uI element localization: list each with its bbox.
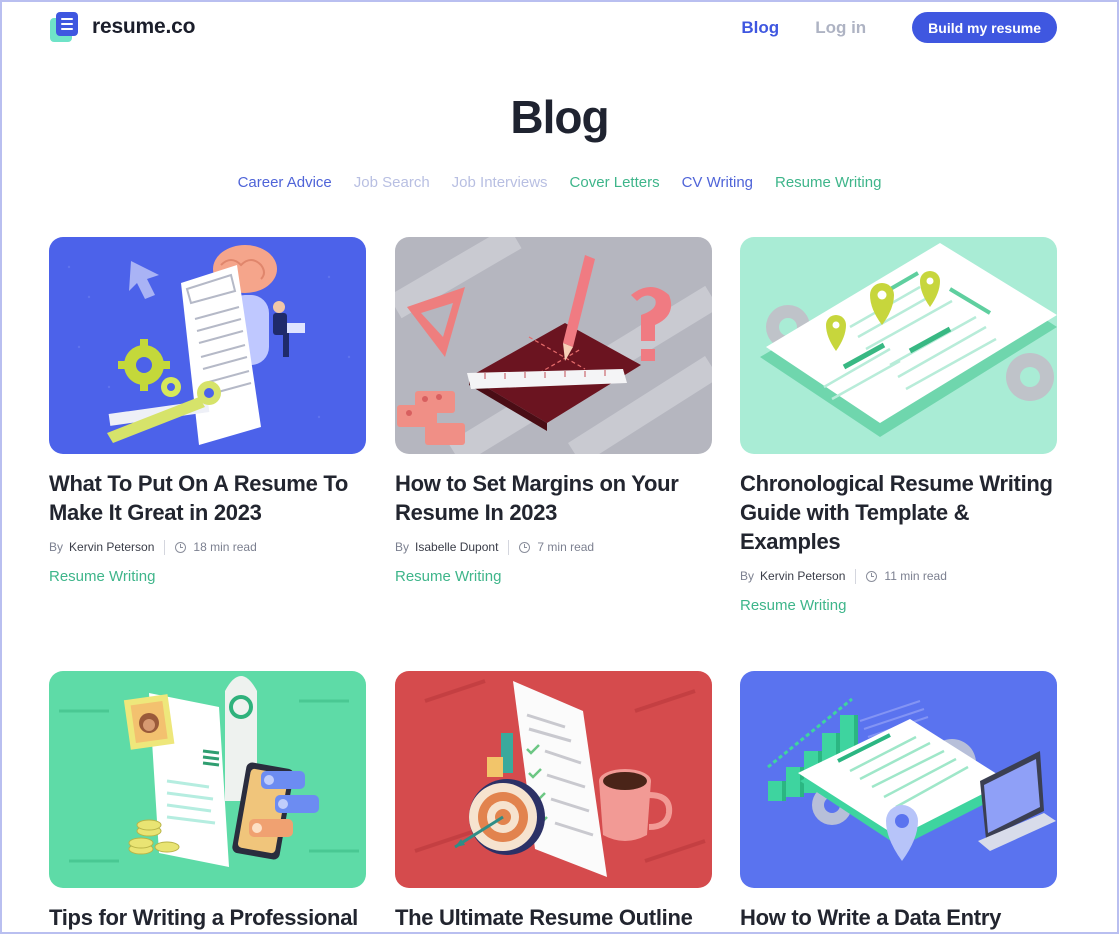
post-title[interactable]: How to Set Margins on Your Resume In 202…: [395, 469, 712, 527]
meta-divider: [855, 568, 857, 584]
post-title[interactable]: How to Write a Data Entry: [740, 903, 1057, 932]
brand-name: resume.co: [92, 15, 196, 38]
post-card: Chronological Resume Writing Guide with …: [740, 237, 1057, 615]
post-card: The Ultimate Resume Outline: [395, 671, 712, 932]
read-time: 18 min read: [193, 540, 257, 554]
post-card: What To Put On A Resume To Make It Great…: [49, 237, 366, 586]
clock-icon: [866, 570, 878, 582]
resume-brain-gear-illustration[interactable]: [49, 237, 366, 454]
clock-icon: [175, 541, 187, 553]
post-title[interactable]: The Ultimate Resume Outline: [395, 903, 712, 932]
post-card: How to Write a Data Entry: [740, 671, 1057, 932]
post-author[interactable]: Isabelle Dupont: [415, 540, 498, 554]
build-resume-button[interactable]: Build my resume: [912, 12, 1057, 43]
page-title: Blog: [510, 91, 609, 143]
post-title[interactable]: Tips for Writing a Professional: [49, 903, 366, 932]
logo-icon: [50, 12, 82, 42]
post-title[interactable]: Chronological Resume Writing Guide with …: [740, 469, 1057, 556]
by-label: By: [49, 540, 64, 554]
ruler-pencil-margins-illustration[interactable]: [395, 237, 712, 454]
post-author[interactable]: Kervin Peterson: [760, 569, 845, 583]
timeline-map-pins-illustration[interactable]: [740, 237, 1057, 454]
category-cv-writing[interactable]: CV Writing: [682, 174, 753, 191]
meta-divider: [508, 539, 510, 555]
category-career-advice[interactable]: Career Advice: [238, 174, 332, 191]
category-job-search[interactable]: Job Search: [354, 174, 430, 191]
post-category-tag[interactable]: Resume Writing: [740, 597, 846, 614]
by-label: By: [740, 569, 755, 583]
category-cover-letters[interactable]: Cover Letters: [570, 174, 660, 191]
post-category-tag[interactable]: Resume Writing: [395, 568, 501, 585]
post-category-tag[interactable]: Resume Writing: [49, 568, 155, 585]
main-nav: Blog Log in Build my resume: [741, 12, 1057, 43]
post-card: Tips for Writing a Professional: [49, 671, 366, 932]
category-job-interviews[interactable]: Job Interviews: [452, 174, 548, 191]
post-card: How to Set Margins on Your Resume In 202…: [395, 237, 712, 586]
post-meta: By Kervin Peterson 18 min read: [49, 539, 366, 555]
nav-login-link[interactable]: Log in: [815, 18, 866, 38]
by-label: By: [395, 540, 410, 554]
nav-blog-link[interactable]: Blog: [741, 18, 779, 38]
category-resume-writing[interactable]: Resume Writing: [775, 174, 881, 191]
meta-divider: [164, 539, 166, 555]
post-author[interactable]: Kervin Peterson: [69, 540, 154, 554]
rocket-phone-resume-illustration[interactable]: [49, 671, 366, 888]
target-checklist-coffee-illustration[interactable]: [395, 671, 712, 888]
bar-chart-laptop-illustration[interactable]: [740, 671, 1057, 888]
post-meta: By Isabelle Dupont 7 min read: [395, 539, 712, 555]
brand-logo[interactable]: resume.co: [50, 12, 195, 42]
read-time: 11 min read: [884, 569, 947, 583]
post-meta: By Kervin Peterson 11 min read: [740, 568, 1057, 584]
category-filter: Career Advice Job Search Job Interviews …: [2, 174, 1117, 191]
clock-icon: [519, 541, 531, 553]
site-header: resume.co Blog Log in Build my resume: [2, 2, 1117, 54]
post-title[interactable]: What To Put On A Resume To Make It Great…: [49, 469, 366, 527]
read-time: 7 min read: [537, 540, 595, 554]
